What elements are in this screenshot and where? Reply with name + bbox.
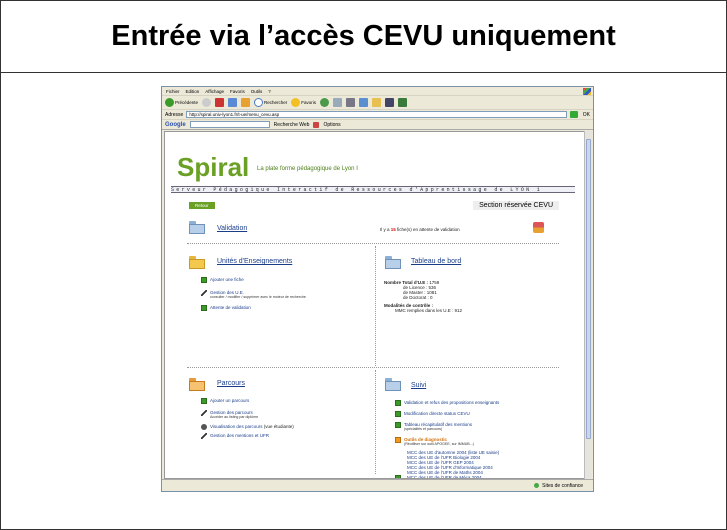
google-logo[interactable]: Google bbox=[165, 122, 186, 128]
pencil-icon bbox=[201, 290, 207, 296]
trusted-zone-icon bbox=[534, 483, 540, 488]
dashboard-mcc-value: MMC remplies dans les U.E : 912 bbox=[395, 308, 463, 313]
browser-window: Fichier Edition Affichage Favoris Outils… bbox=[161, 86, 594, 492]
check-icon bbox=[395, 400, 401, 406]
parcours-manage-item[interactable]: Gestion des parcours Accéder au listing p… bbox=[201, 410, 258, 420]
menu-outils[interactable]: Outils bbox=[251, 89, 263, 94]
go-label[interactable]: OK bbox=[583, 112, 590, 118]
slide-title: Entrée via l’accès CEVU uniquement bbox=[111, 20, 616, 52]
dashboard-link[interactable]: Tableau de bord bbox=[411, 258, 461, 265]
signature-icon[interactable] bbox=[533, 222, 544, 233]
folder-icon[interactable] bbox=[372, 98, 382, 107]
status-text: Sites de confiance bbox=[542, 482, 583, 489]
go-button[interactable] bbox=[569, 111, 578, 118]
menu-affichage[interactable]: Affichage bbox=[205, 89, 224, 94]
search-icon bbox=[254, 98, 264, 107]
slide-title-bar: Entrée via l’accès CEVU uniquement bbox=[1, 1, 726, 73]
suivi-recap-item[interactable]: Tableau récapitulatif des mentions (spéci… bbox=[395, 422, 472, 432]
folder-icon bbox=[385, 378, 401, 391]
pencil-icon bbox=[201, 433, 207, 439]
acronym-banner: Serveur Pédagogique Interactif de Ressou… bbox=[171, 186, 575, 193]
view-icon bbox=[201, 424, 207, 430]
section-nav: Retour Section réservée CEVU bbox=[189, 201, 559, 210]
add-icon bbox=[201, 277, 207, 283]
edit-status-icon bbox=[395, 411, 401, 417]
home-icon[interactable] bbox=[241, 98, 251, 107]
divider bbox=[187, 367, 559, 368]
menu-favoris[interactable]: Favoris bbox=[230, 89, 245, 94]
folder-icon bbox=[189, 221, 205, 234]
ue-add-item[interactable]: Ajouter une fiche bbox=[201, 277, 244, 283]
star-icon bbox=[291, 98, 301, 107]
validation-link[interactable]: Validation bbox=[217, 225, 247, 232]
parcours-view-item[interactable]: Visualisation des parcours (vue étudiant… bbox=[201, 424, 294, 430]
menu-fichier[interactable]: Fichier bbox=[166, 89, 180, 94]
pencil-icon bbox=[201, 410, 207, 416]
tool-icon[interactable] bbox=[398, 98, 408, 107]
google-search-input[interactable] bbox=[189, 121, 270, 128]
menu-help[interactable]: ? bbox=[268, 89, 271, 94]
stop-icon[interactable] bbox=[215, 98, 225, 107]
mail-icon[interactable] bbox=[333, 98, 343, 107]
divider bbox=[187, 243, 559, 244]
folder-icon bbox=[385, 256, 401, 269]
google-toolbar: Google Recherche Web Options bbox=[162, 120, 593, 130]
suivi-link[interactable]: Suivi bbox=[411, 382, 426, 389]
edit-icon[interactable] bbox=[359, 98, 369, 107]
ue-link[interactable]: Unités d'Enseignements bbox=[217, 258, 292, 265]
menu-edition[interactable]: Edition bbox=[186, 89, 200, 94]
messenger-icon[interactable] bbox=[385, 98, 395, 107]
scrollbar-thumb[interactable] bbox=[586, 139, 591, 439]
suivi-diagnostic-item[interactable]: Outils de diagnostic (Réutiliser sur outi… bbox=[395, 437, 474, 447]
status-bar: Sites de confiance bbox=[162, 479, 593, 491]
browser-viewport: Spiral La plate forme pédagogique de Lyo… bbox=[164, 131, 585, 479]
validation-status: Il y a 15 fiche(s) en attente de validat… bbox=[380, 227, 460, 232]
slide: Entrée via l’accès CEVU uniquement Fichi… bbox=[0, 0, 727, 530]
vertical-scrollbar[interactable] bbox=[584, 131, 592, 479]
address-bar: Adresse http://spiral.univ-lyon1.fr/t-ue… bbox=[162, 110, 593, 120]
favorites-button[interactable]: Favoris bbox=[291, 98, 316, 107]
spiral-logo: Spiral bbox=[177, 152, 250, 182]
search-button[interactable]: Rechercher bbox=[254, 98, 287, 107]
parcours-link[interactable]: Parcours bbox=[217, 380, 245, 387]
google-search-web-button[interactable]: Recherche Web bbox=[274, 122, 310, 128]
check-icon bbox=[201, 305, 207, 311]
block-icon[interactable] bbox=[313, 121, 320, 128]
back-arrow-icon bbox=[165, 98, 174, 107]
back-link[interactable]: Retour bbox=[189, 202, 215, 209]
history-icon[interactable] bbox=[320, 98, 330, 107]
section-label: Section réservée CEVU bbox=[473, 201, 559, 210]
suivi-status-item[interactable]: Modification directe status CEVU bbox=[395, 411, 470, 417]
suivi-validation-item[interactable]: Validation et refus des propositions ens… bbox=[395, 400, 499, 406]
folder-icon bbox=[189, 256, 205, 269]
google-options-button[interactable]: Options bbox=[323, 122, 340, 128]
spiral-tagline: La plate forme pédagogique de Lyon I bbox=[257, 166, 358, 172]
parcours-mentions-item[interactable]: Gestion des mentions et UFR bbox=[201, 433, 269, 439]
column-divider bbox=[375, 246, 376, 366]
diagnostic-icon bbox=[395, 437, 401, 443]
address-label: Adresse bbox=[165, 111, 184, 118]
table-icon bbox=[395, 422, 401, 428]
mcc-links: MCC des UE d'automne 2004 (liste UE sais… bbox=[407, 450, 504, 478]
dashboard-doctorat: de Doctorat : 0 bbox=[403, 295, 433, 300]
back-button[interactable]: Précédente bbox=[165, 98, 198, 107]
ue-manage-item[interactable]: Gestion des U.E. consulter / modifier / s… bbox=[201, 290, 306, 300]
print-icon[interactable] bbox=[346, 98, 356, 107]
browser-toolbar: Précédente Rechercher Favoris bbox=[162, 96, 593, 110]
address-value: http://spiral.univ-lyon1.fr/t-ue/menu_ce… bbox=[189, 112, 280, 117]
forward-arrow-icon[interactable] bbox=[202, 98, 212, 107]
menu-bar: Fichier Edition Affichage Favoris Outils… bbox=[162, 87, 593, 96]
windows-logo-icon bbox=[583, 88, 591, 95]
folder-icon bbox=[189, 378, 205, 391]
add-icon bbox=[201, 398, 207, 404]
parcours-add-item[interactable]: Ajouter un parcours bbox=[201, 398, 249, 404]
column-divider bbox=[375, 370, 376, 474]
refresh-icon[interactable] bbox=[228, 98, 238, 107]
ue-pending-item[interactable]: Attente de validation bbox=[201, 305, 251, 311]
address-field[interactable]: http://spiral.univ-lyon1.fr/t-ue/menu_ce… bbox=[186, 111, 567, 118]
spiral-page: Spiral La plate forme pédagogique de Lyo… bbox=[171, 134, 575, 478]
